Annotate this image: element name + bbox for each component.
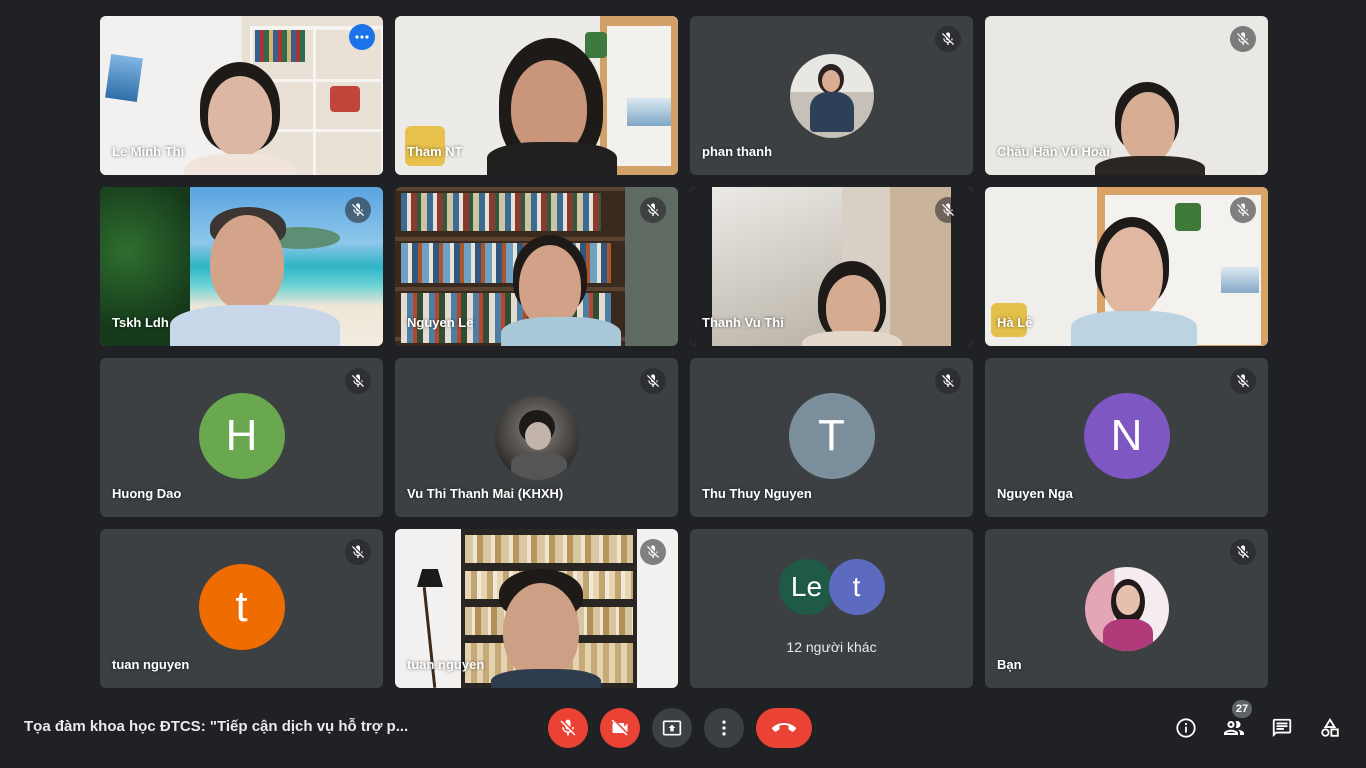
activities-icon: [1321, 718, 1339, 737]
participant-avatar: H: [198, 393, 285, 479]
meeting-side-actions: 27: [1170, 700, 1346, 744]
participant-tile[interactable]: tuan nguyen: [395, 529, 678, 688]
participant-name: Le Minh Thi: [112, 144, 185, 159]
participant-tile[interactable]: Tham NT: [395, 16, 678, 175]
participants-button[interactable]: 27: [1218, 700, 1252, 744]
people-icon: [1224, 721, 1244, 735]
activities-button[interactable]: [1314, 712, 1346, 744]
mic-off-icon: [352, 374, 364, 387]
mic-muted-indicator: [640, 368, 666, 394]
meeting-title[interactable]: Tọa đàm khoa học ĐTCS: "Tiếp cận dịch vụ…: [24, 718, 424, 735]
participant-avatar: t: [828, 559, 885, 615]
participant-name: Bạn: [997, 657, 1022, 672]
participant-tile[interactable]: Hà Lê: [985, 187, 1268, 346]
meeting-details-button[interactable]: [1170, 712, 1202, 744]
participant-avatar: t: [198, 564, 285, 650]
microphone-toggle-button[interactable]: [548, 708, 588, 748]
participant-tile[interactable]: t tuan nguyen: [100, 529, 383, 688]
mic-muted-indicator: [1230, 368, 1256, 394]
participant-photo: [789, 54, 874, 138]
call-end-icon: [772, 723, 796, 732]
mic-muted-indicator: [1230, 197, 1256, 223]
videocam-off-icon: [611, 719, 628, 736]
participant-name: phan thanh: [702, 144, 773, 159]
mic-muted-indicator: [935, 197, 961, 223]
participant-name: Vu Thi Thanh Mai (KHXH): [407, 486, 564, 501]
mic-off-icon: [647, 203, 659, 216]
leave-call-button[interactable]: [756, 708, 812, 748]
mic-muted-indicator: [345, 368, 371, 394]
mic-muted-indicator: [935, 26, 961, 52]
participant-avatar: N: [1083, 393, 1170, 479]
mic-off-icon: [352, 203, 364, 216]
mic-muted-indicator: [345, 539, 371, 565]
participant-tile[interactable]: Nguyen Le: [395, 187, 678, 346]
mic-muted-indicator: [1230, 26, 1256, 52]
other-participants-count: 12 người khác: [786, 639, 877, 655]
participant-name: tuan nguyen: [407, 657, 485, 672]
participant-name: Thu Thuy Nguyen: [702, 486, 812, 501]
mic-off-icon: [647, 545, 659, 558]
chat-icon: [1272, 718, 1292, 738]
mic-off-icon: [942, 374, 954, 387]
participant-tile[interactable]: N Nguyen Nga: [985, 358, 1268, 517]
participant-name: Nguyen Le: [407, 315, 474, 330]
participant-tile[interactable]: Tskh Ldh: [100, 187, 383, 346]
more-options-button[interactable]: [704, 708, 744, 748]
mic-muted-indicator: [640, 197, 666, 223]
participant-grid: Le Minh Thi Tham NT phan thanh Châu Hân …: [100, 16, 1268, 688]
participant-tile[interactable]: H Huong Dao: [100, 358, 383, 517]
more-vert-icon: [722, 720, 726, 736]
participant-tile[interactable]: phan thanh: [690, 16, 973, 175]
participant-name: Tskh Ldh: [112, 315, 169, 330]
mic-off-icon: [1237, 203, 1249, 216]
participant-name: Huong Dao: [112, 486, 182, 501]
call-controls: [548, 708, 812, 748]
participant-tile[interactable]: Le Minh Thi: [100, 16, 383, 175]
mic-muted-indicator: [345, 197, 371, 223]
mic-off-icon: [1237, 545, 1249, 558]
participant-name: Châu Hân Vũ Hoài: [997, 144, 1110, 159]
more-options-button[interactable]: [349, 24, 375, 50]
mic-muted-indicator: [1230, 539, 1256, 565]
participant-avatar: T: [788, 393, 875, 479]
participant-tile[interactable]: Châu Hân Vũ Hoài: [985, 16, 1268, 175]
participant-photo: [494, 396, 579, 480]
participant-name: tuan nguyen: [112, 657, 190, 672]
mic-off-icon: [352, 545, 364, 558]
other-participants-avatars: Le t: [778, 559, 885, 615]
mic-off-icon: [1237, 32, 1249, 45]
participant-photo: [1084, 567, 1169, 651]
mic-off-icon: [1237, 374, 1249, 387]
present-screen-button[interactable]: [652, 708, 692, 748]
participant-tile[interactable]: Bạn: [985, 529, 1268, 688]
more-horiz-icon: [355, 35, 369, 39]
camera-toggle-button[interactable]: [600, 708, 640, 748]
participant-name: Hà Lê: [997, 315, 1033, 330]
mic-muted-indicator: [640, 539, 666, 565]
participant-avatar: Le: [778, 559, 835, 615]
mic-off-icon: [560, 719, 576, 736]
participant-tile[interactable]: T Thu Thuy Nguyen: [690, 358, 973, 517]
present-to-all-icon: [662, 720, 682, 736]
mic-off-icon: [942, 203, 954, 216]
mic-off-icon: [647, 374, 659, 387]
mic-off-icon: [942, 32, 954, 45]
mic-muted-indicator: [935, 368, 961, 394]
participant-count-badge: 27: [1232, 700, 1252, 718]
participant-name: Tham NT: [407, 144, 463, 159]
chat-button[interactable]: [1266, 712, 1298, 744]
participant-tile[interactable]: Vu Thi Thanh Mai (KHXH): [395, 358, 678, 517]
participant-name: Nguyen Nga: [997, 486, 1073, 501]
info-icon: [1176, 718, 1196, 738]
participant-tile[interactable]: Thanh Vu Thi: [690, 187, 973, 346]
other-participants-tile[interactable]: Le t 12 người khác: [690, 529, 973, 688]
participant-name: Thanh Vu Thi: [702, 315, 784, 330]
